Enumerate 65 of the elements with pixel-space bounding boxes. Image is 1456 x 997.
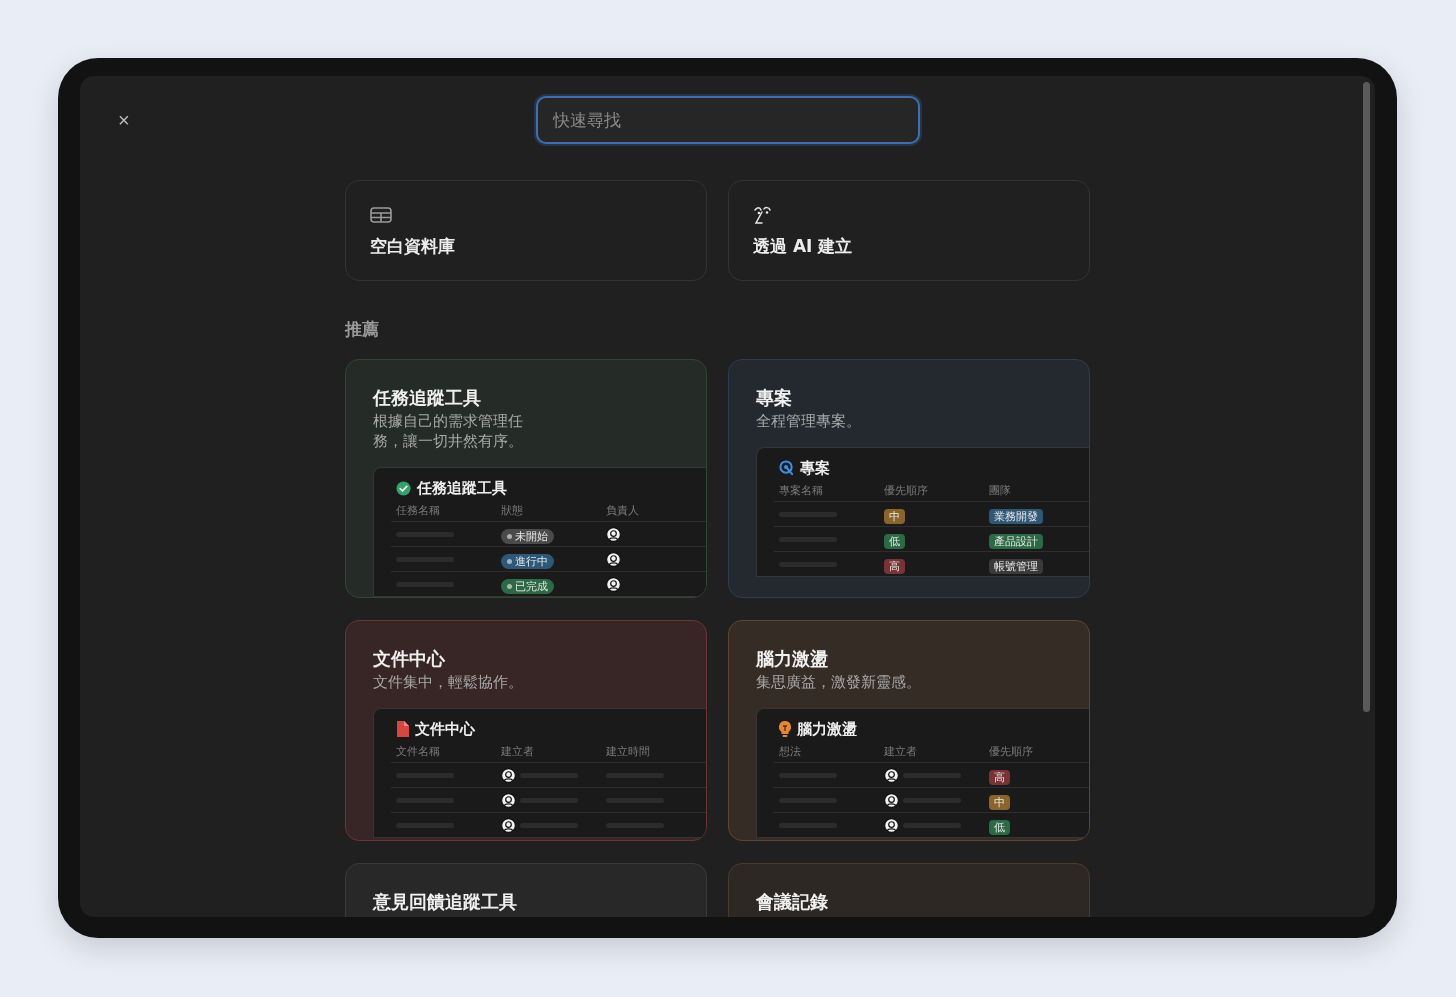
avatar-icon bbox=[606, 551, 621, 567]
avatar-icon bbox=[606, 526, 621, 542]
avatar-icon bbox=[501, 767, 516, 783]
avatar-icon bbox=[501, 792, 516, 808]
create-option-card[interactable]: 空白資料庫 bbox=[345, 180, 707, 281]
label-tag: 產品設計 bbox=[989, 533, 1043, 549]
column-header: 負責人 bbox=[606, 502, 640, 518]
avatar-icon bbox=[884, 792, 899, 808]
label-tag: 低 bbox=[884, 533, 905, 549]
scrollbar-thumb[interactable] bbox=[1363, 82, 1370, 712]
label-tag: 帳號管理 bbox=[989, 558, 1043, 574]
target-icon bbox=[779, 460, 794, 476]
label-tag: 中 bbox=[884, 508, 905, 524]
document-icon bbox=[396, 721, 409, 737]
section-title: 推薦 bbox=[345, 319, 380, 339]
avatar-icon bbox=[884, 767, 899, 783]
search-field[interactable]: 快速尋找 bbox=[535, 96, 920, 144]
check-circle-icon bbox=[396, 480, 411, 496]
preview-title: 文件中心 bbox=[415, 719, 475, 739]
template-title: 意見回饋追蹤工具 bbox=[373, 890, 518, 914]
column-header: 狀態 bbox=[501, 502, 524, 518]
preview-title: 專案 bbox=[800, 458, 830, 478]
column-header: 團隊 bbox=[989, 482, 1012, 498]
column-header: 建立者 bbox=[884, 743, 918, 759]
template-title: 任務追蹤工具 bbox=[373, 386, 482, 410]
table-icon bbox=[370, 207, 392, 223]
label-tag: 業務開發 bbox=[989, 508, 1043, 524]
label-tag: 中 bbox=[989, 794, 1010, 810]
template-description: 集思廣益，激發新靈感。 bbox=[756, 672, 922, 692]
sparkle-face-icon bbox=[753, 205, 773, 225]
template-title: 會議記錄 bbox=[756, 890, 829, 914]
template-card[interactable]: 腦力激盪 集思廣益，激發新靈感。 腦力激盪 想法 建立者 優先順序 高 中 低 bbox=[728, 620, 1090, 841]
column-header: 任務名稱 bbox=[396, 502, 441, 518]
template-title: 文件中心 bbox=[373, 647, 446, 671]
status-tag: 未開始 bbox=[501, 529, 554, 544]
column-header: 想法 bbox=[779, 743, 802, 759]
avatar-icon bbox=[501, 817, 516, 833]
template-card[interactable]: 意見回饋追蹤工具 bbox=[345, 863, 707, 917]
template-title: 腦力激盪 bbox=[756, 647, 829, 671]
column-header: 文件名稱 bbox=[396, 743, 441, 759]
label-tag: 高 bbox=[989, 769, 1010, 785]
template-description: 全程管理專案。 bbox=[756, 411, 862, 431]
column-header: 優先順序 bbox=[884, 482, 929, 498]
avatar-icon bbox=[884, 817, 899, 833]
column-header: 建立者 bbox=[501, 743, 535, 759]
close-button[interactable]: × bbox=[114, 108, 134, 132]
template-card[interactable]: 文件中心 文件集中，輕鬆協作。 文件中心 文件名稱 建立者 建立時間 bbox=[345, 620, 707, 841]
template-card[interactable]: 會議記錄 bbox=[728, 863, 1090, 917]
avatar-icon bbox=[606, 576, 621, 592]
template-description: 根據自己的需求管理任務，讓一切井然有序。 bbox=[373, 411, 524, 451]
lightbulb-icon bbox=[779, 721, 791, 737]
template-card[interactable]: 任務追蹤工具 根據自己的需求管理任務，讓一切井然有序。 任務追蹤工具 任務名稱 狀態 負責人 未開始 進行中 已完成 bbox=[345, 359, 707, 598]
template-title: 專案 bbox=[756, 386, 793, 410]
label-tag: 高 bbox=[884, 558, 905, 574]
preview-title: 腦力激盪 bbox=[797, 719, 857, 739]
column-header: 優先順序 bbox=[989, 743, 1034, 759]
column-header: 專案名稱 bbox=[779, 482, 824, 498]
column-header: 建立時間 bbox=[606, 743, 651, 759]
template-description: 文件集中，輕鬆協作。 bbox=[373, 672, 524, 692]
status-tag: 已完成 bbox=[501, 579, 554, 594]
create-option-card[interactable]: 透過 AI 建立 bbox=[728, 180, 1090, 281]
status-tag: 進行中 bbox=[501, 554, 554, 569]
label-tag: 低 bbox=[989, 819, 1010, 835]
template-card[interactable]: 專案 全程管理專案。 專案 專案名稱 優先順序 團隊 中 業務開發 低 產品設計 高 帳號管理 bbox=[728, 359, 1090, 598]
preview-title: 任務追蹤工具 bbox=[417, 478, 507, 498]
